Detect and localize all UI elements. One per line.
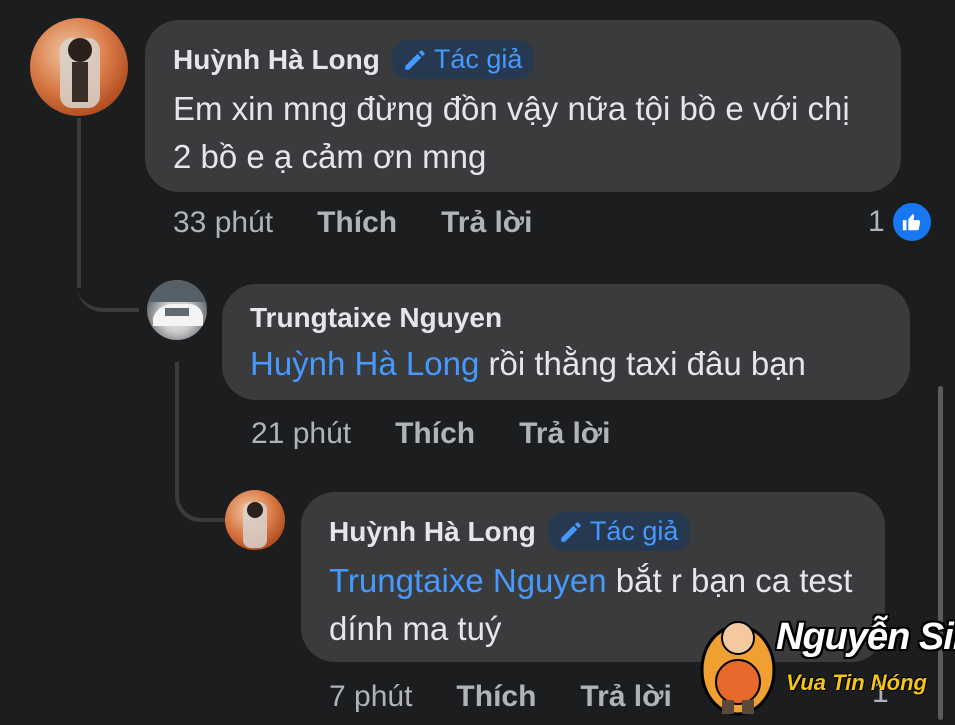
mention-link[interactable]: Huỳnh Hà Long [250,345,479,382]
watermark-name: Nguyễn Sin [776,616,955,658]
thumbs-up-icon [890,201,933,243]
comment-author[interactable]: Huỳnh Hà Long [173,44,380,76]
author-badge: Tác giả [547,512,691,551]
reaction-count: 1 [868,205,885,238]
author-badge-label: Tác giả [589,516,679,546]
thread-line-reply [175,362,179,472]
watermark-tagline: Vua Tin Nóng [786,670,927,695]
reaction-summary[interactable]: 1 [868,201,933,243]
watermark: Nguyễn Sin Vua Tin Nóng [700,610,955,720]
comment-author[interactable]: Huỳnh Hà Long [329,516,536,548]
comment-author[interactable]: Trungtaixe Nguyen [250,302,502,334]
comment-bubble: Huỳnh Hà Long Tác giả Em xin mng đừng đồ… [145,20,901,192]
thread-connector-2 [175,462,227,522]
comment-time[interactable]: 7 phút [329,680,412,714]
mention-link[interactable]: Trungtaixe Nguyen [329,562,607,599]
author-badge-label: Tác giả [433,44,523,74]
comment-time[interactable]: 21 phút [251,417,351,451]
avatar-photo [243,502,267,548]
avatar[interactable] [30,18,128,116]
comment-text: Huỳnh Hà Long rồi thằng taxi đâu bạn [250,340,882,388]
comment-bubble: Trungtaixe Nguyen Huỳnh Hà Long rồi thằn… [222,284,910,400]
reply-button[interactable]: Trả lời [519,417,610,451]
thread-connector-1 [77,270,139,312]
like-button[interactable]: Thích [317,206,397,240]
comment-text-body: rồi thằng taxi đâu bạn [488,345,806,382]
pencil-icon [561,521,581,542]
avatar[interactable] [147,280,207,340]
pencil-icon [405,49,425,70]
comment-actions: 21 phút Thích Trả lời [251,417,610,451]
avatar[interactable] [225,490,285,550]
comment-actions: 33 phút Thích Trả lời [173,206,532,240]
avatar-photo [60,38,100,108]
reply-button[interactable]: Trả lời [580,680,671,714]
thread-line-main [77,118,81,288]
comment-actions: 7 phút Thích Trả lời [329,680,672,714]
avatar-photo [147,280,207,326]
like-button[interactable]: Thích [456,680,536,714]
mascot-logo [700,621,776,716]
reply-button[interactable]: Trả lời [441,206,532,240]
like-button[interactable]: Thích [395,417,475,451]
comment-text: Em xin mng đừng đồn vậy nữa tội bồ e với… [173,90,850,175]
comment-time[interactable]: 33 phút [173,206,273,240]
author-badge: Tác giả [391,40,535,79]
